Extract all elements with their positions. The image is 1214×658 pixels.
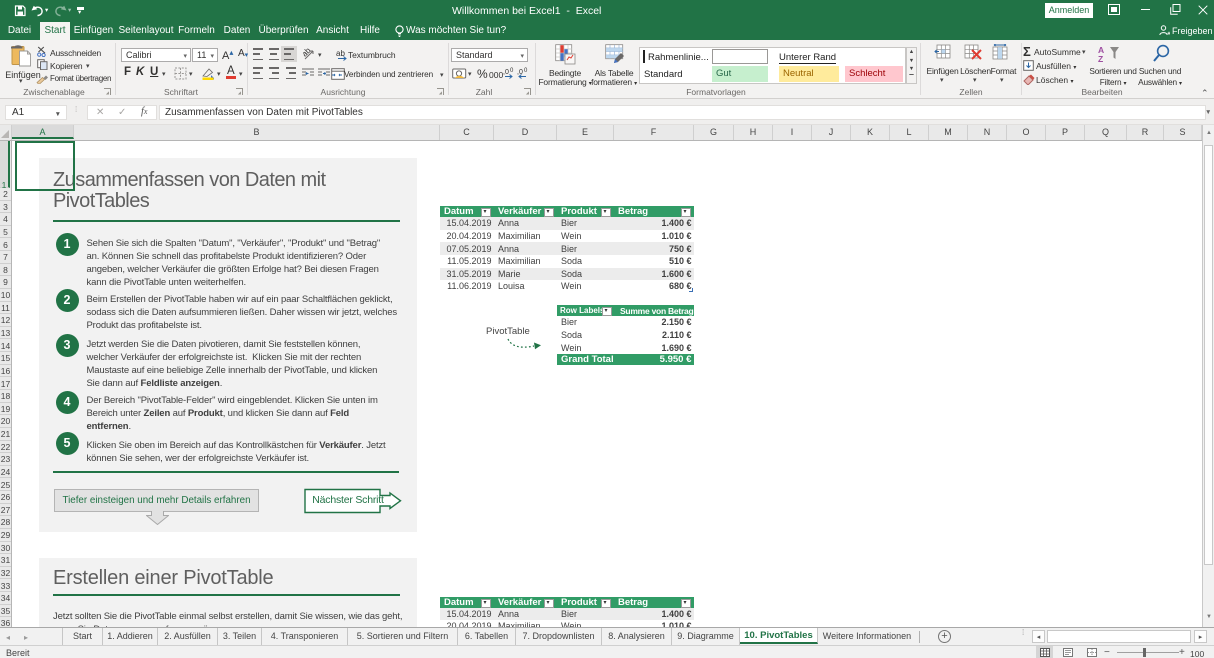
- svg-text:0: 0: [510, 68, 514, 74]
- svg-text:,0: ,0: [517, 69, 523, 76]
- svg-text:0: 0: [524, 68, 528, 74]
- svg-text:,0: ,0: [503, 69, 509, 76]
- svg-text:Z: Z: [1098, 54, 1103, 63]
- svg-text:ab: ab: [303, 47, 313, 59]
